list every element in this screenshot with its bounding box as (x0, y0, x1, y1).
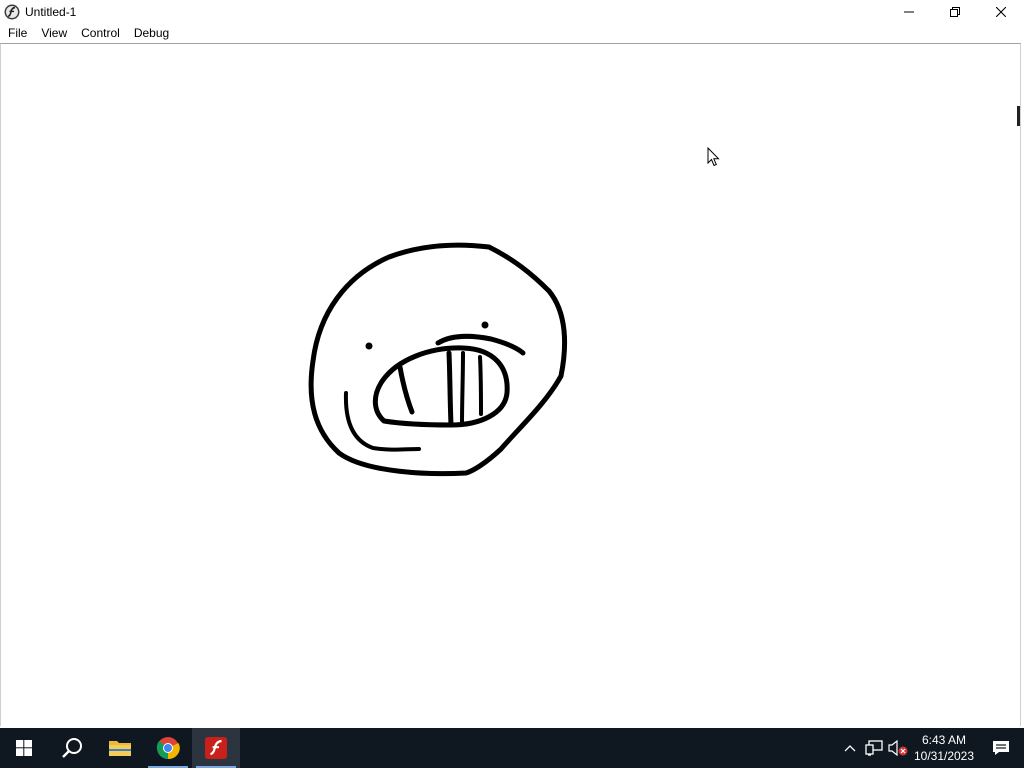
start-icon (16, 740, 32, 756)
start-button[interactable] (0, 728, 48, 768)
search-icon (62, 738, 82, 758)
taskbar: 6:43 AM 10/31/2023 (0, 728, 1024, 768)
chrome-button[interactable] (144, 728, 192, 768)
clock-time: 6:43 AM (921, 733, 967, 747)
volume-button[interactable] (886, 728, 910, 768)
flash-player-taskbar-button[interactable] (192, 728, 240, 768)
close-icon (996, 7, 1006, 17)
minimize-icon (904, 11, 914, 13)
flash-player-icon (205, 737, 227, 759)
left-eye (365, 342, 373, 350)
system-tray: 6:43 AM 10/31/2023 (838, 728, 1024, 768)
menu-control[interactable]: Control (74, 24, 127, 43)
minimize-button[interactable] (886, 0, 932, 24)
action-center-icon (993, 741, 1009, 755)
head-outline (308, 242, 568, 477)
mouth-outline (372, 345, 510, 428)
tooth-line-2 (446, 350, 454, 428)
file-explorer-icon (109, 741, 131, 756)
mouse-cursor-icon (707, 146, 721, 172)
show-hidden-icons-button[interactable] (838, 728, 862, 768)
scroll-edge (1017, 106, 1020, 126)
menu-file[interactable]: File (0, 24, 34, 43)
flash-stage[interactable] (0, 43, 1021, 726)
window-title: Untitled-1 (25, 5, 77, 19)
search-button[interactable] (48, 728, 96, 768)
action-center-button[interactable] (978, 728, 1024, 768)
network-icon (865, 740, 883, 756)
face-doodle (308, 242, 568, 477)
restore-icon (950, 7, 960, 17)
right-eye (481, 321, 489, 329)
flash-player-icon[interactable] (4, 4, 20, 20)
restore-button[interactable] (932, 0, 978, 24)
network-button[interactable] (862, 728, 886, 768)
tooth-line-1 (397, 364, 415, 415)
chevron-up-icon (844, 745, 856, 752)
window-controls (886, 0, 1024, 24)
chrome-icon (156, 737, 180, 760)
menu-debug[interactable]: Debug (127, 24, 176, 43)
tooth-line-3 (460, 351, 465, 426)
title-bar: Untitled-1 (0, 0, 1024, 24)
clock-date: 10/31/2023 (913, 749, 975, 763)
clock[interactable]: 6:43 AM 10/31/2023 (910, 728, 978, 768)
close-button[interactable] (978, 0, 1024, 24)
menu-bar: File View Control Debug (0, 24, 1024, 43)
volume-muted-icon (888, 740, 908, 756)
menu-view[interactable]: View (34, 24, 74, 43)
tooth-line-4 (478, 355, 483, 416)
file-explorer-button[interactable] (96, 728, 144, 768)
